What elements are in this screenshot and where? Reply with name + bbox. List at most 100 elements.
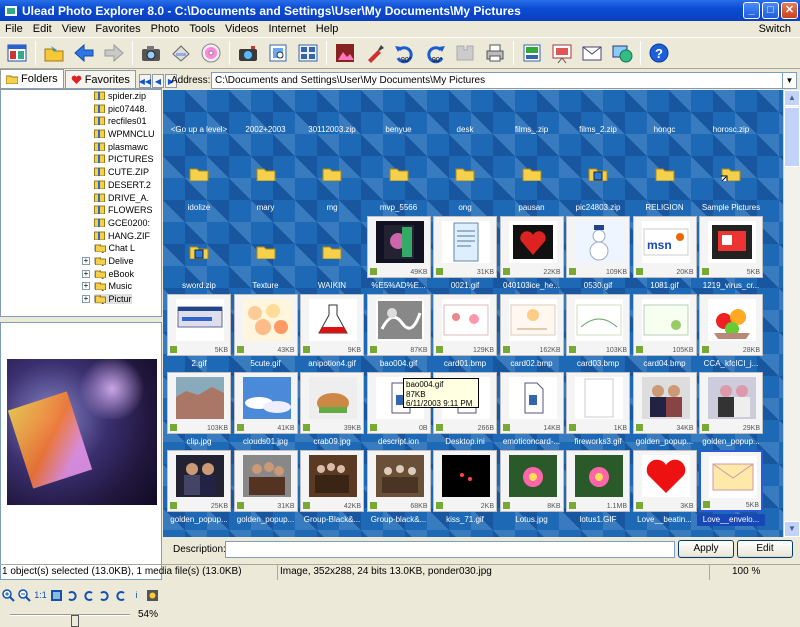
thumbnail-view-icon[interactable] xyxy=(295,40,321,66)
image-thumbnail[interactable]: 39KB crab09.jpg xyxy=(300,372,364,448)
folder-item[interactable]: benyue xyxy=(367,90,431,136)
image-thumbnail[interactable]: 22KB 040103ice_he... xyxy=(499,216,564,292)
tree-item[interactable]: + My eBook xyxy=(1,268,161,281)
folder-item[interactable]: horosc.zip xyxy=(699,90,763,136)
image-thumbnail[interactable]: msn 20KB 1081.gif xyxy=(632,216,697,292)
menu-edit[interactable]: Edit xyxy=(28,23,57,35)
folder-item[interactable]: 2002+2003 xyxy=(234,90,298,136)
maximize-button[interactable]: □ xyxy=(762,2,779,19)
image-thumbnail[interactable]: 5KB 1219_virus_cr... xyxy=(699,216,763,292)
folder-item[interactable]: sword.zip xyxy=(167,216,231,292)
image-thumbnail[interactable]: 1.1MB lotus1.GIF xyxy=(566,450,630,526)
zoom-out-icon[interactable] xyxy=(17,588,32,603)
actual-size-button[interactable]: 1:1 xyxy=(33,588,48,603)
folder-item[interactable]: mary xyxy=(234,138,298,214)
image-thumbnail[interactable]: 31KB golden_popup... xyxy=(233,450,298,526)
switch-button[interactable]: Switch xyxy=(754,23,796,35)
rotate-left-small-icon[interactable] xyxy=(65,588,80,603)
zoom-in-icon[interactable] xyxy=(1,588,16,603)
image-thumbnail[interactable]: 103KB card03.bmp xyxy=(566,294,630,370)
email-icon[interactable] xyxy=(579,40,605,66)
folder-item[interactable]: films_2.zip xyxy=(566,90,630,136)
rotate-right-icon[interactable]: 90° xyxy=(422,40,448,66)
vertical-scrollbar[interactable]: ▲ ▼ xyxy=(783,90,800,537)
rotate-small-icon[interactable] xyxy=(97,588,112,603)
image-thumbnail[interactable]: 41KB clouds01.jpg xyxy=(233,372,298,448)
apply-button[interactable]: Apply xyxy=(678,540,734,558)
image-thumbnail[interactable]: 8KB Lotus.jpg xyxy=(499,450,564,526)
address-dropdown-icon[interactable]: ▼ xyxy=(782,72,796,88)
scroll-thumb[interactable] xyxy=(784,107,800,167)
tab-folders[interactable]: Folders xyxy=(0,69,64,88)
folder-tree[interactable]: spider.zip pic07448. recfiles01 WPMNCLU plas… xyxy=(0,89,162,317)
image-thumbnail[interactable]: 87KB bao004.gif xyxy=(366,294,431,370)
image-thumbnail[interactable]: 42KB Group-Black&... xyxy=(300,450,364,526)
image-thumbnail[interactable]: 109KB 0530.gif xyxy=(566,216,630,292)
expand-icon[interactable]: + xyxy=(82,282,90,291)
help-icon[interactable]: ? xyxy=(646,40,672,66)
web-share-icon[interactable] xyxy=(609,40,635,66)
print-layout-icon[interactable] xyxy=(519,40,545,66)
scanner-icon[interactable] xyxy=(168,40,194,66)
tab-favorites[interactable]: Favorites xyxy=(64,70,136,88)
menu-internet[interactable]: Internet xyxy=(263,23,310,35)
menu-view[interactable]: View xyxy=(57,23,91,35)
image-thumbnail[interactable]: 162KB card02.bmp xyxy=(499,294,564,370)
image-edit-icon[interactable] xyxy=(332,40,358,66)
scroll-down-icon[interactable]: ▼ xyxy=(784,521,800,537)
image-thumbnail[interactable]: 5KB Love__envelo... xyxy=(697,450,765,526)
back-arrow-icon[interactable] xyxy=(71,40,97,66)
folder-item[interactable]: pausan xyxy=(500,138,564,214)
fit-image-icon[interactable] xyxy=(49,588,64,603)
tree-item[interactable]: WPMNCLU xyxy=(1,128,161,141)
tree-item[interactable]: My Chat L xyxy=(1,242,161,255)
folder-item[interactable]: ong xyxy=(433,138,497,214)
rotate-right-small-icon[interactable] xyxy=(81,588,96,603)
image-thumbnail[interactable]: 9KB anipotion4.gif xyxy=(300,294,364,370)
close-button[interactable]: ✕ xyxy=(781,2,798,19)
tree-item[interactable]: GCE0200: xyxy=(1,217,161,230)
paint-brush-icon[interactable] xyxy=(362,40,388,66)
edit-button[interactable]: Edit xyxy=(737,540,793,558)
tree-item[interactable]: DRIVE_A. xyxy=(1,192,161,205)
image-thumbnail[interactable]: 29KB golden_popup... xyxy=(699,372,763,448)
tree-item[interactable]: + My Delive xyxy=(1,255,161,268)
open-folder-icon[interactable] xyxy=(41,40,67,66)
tree-item[interactable]: + My Music xyxy=(1,280,161,293)
forward-arrow-icon[interactable] xyxy=(101,40,127,66)
tree-item[interactable]: HANG.ZIF xyxy=(1,230,161,243)
expand-icon[interactable]: + xyxy=(82,256,90,265)
tree-item[interactable]: spider.zip xyxy=(1,90,161,103)
tree-item[interactable]: pic07448. xyxy=(1,103,161,116)
folder-item[interactable]: WAIKIN xyxy=(300,216,364,292)
image-thumbnail[interactable]: 49KB %E5%AD%E... xyxy=(366,216,431,292)
image-thumbnail[interactable]: 5KB 2.gif xyxy=(167,294,231,370)
menu-help[interactable]: Help xyxy=(311,23,344,35)
folder-item[interactable]: desk xyxy=(433,90,497,136)
rotate-small-icon-2[interactable] xyxy=(113,588,128,603)
info-button[interactable]: i xyxy=(129,588,144,603)
effect-icon[interactable] xyxy=(145,588,160,603)
image-thumbnail[interactable]: 1KB fireworks3.gif xyxy=(566,372,630,448)
puzzle-icon[interactable] xyxy=(452,40,478,66)
image-thumbnail[interactable]: 2KB kiss_71.gif xyxy=(433,450,497,526)
thumbnail-browser[interactable]: <Go up a level> 2002+2003 30112003.zip beny… xyxy=(163,90,783,537)
image-thumbnail[interactable]: 103KB clip.jpg xyxy=(167,372,231,448)
menu-tools[interactable]: Tools xyxy=(184,23,220,35)
folder-item[interactable]: mg xyxy=(300,138,364,214)
document-thumbnail[interactable]: 14KB emoticoncard-... xyxy=(499,372,564,448)
folder-item[interactable]: pic24803.zip xyxy=(566,138,630,214)
image-thumbnail[interactable]: 68KB Group-black&... xyxy=(366,450,431,526)
camera-icon[interactable] xyxy=(138,40,164,66)
tab-scroll-left-icon[interactable]: ◀◀ xyxy=(139,74,151,88)
photo-viewer-icon[interactable] xyxy=(265,40,291,66)
image-thumbnail[interactable]: 31KB 0021.gif xyxy=(433,216,497,292)
folder-item[interactable]: <Go up a level> xyxy=(167,90,231,136)
title-bar[interactable]: Ulead Photo Explorer 8.0 - C:\Documents … xyxy=(0,0,800,21)
folder-item[interactable]: mvp_5566 xyxy=(367,138,431,214)
menu-file[interactable]: File xyxy=(0,23,28,35)
tree-item[interactable]: + My Pictur xyxy=(1,293,161,306)
tree-item[interactable]: PICTURES xyxy=(1,153,161,166)
folder-item[interactable]: films_.zip xyxy=(500,90,564,136)
menu-favorites[interactable]: Favorites xyxy=(90,23,145,35)
